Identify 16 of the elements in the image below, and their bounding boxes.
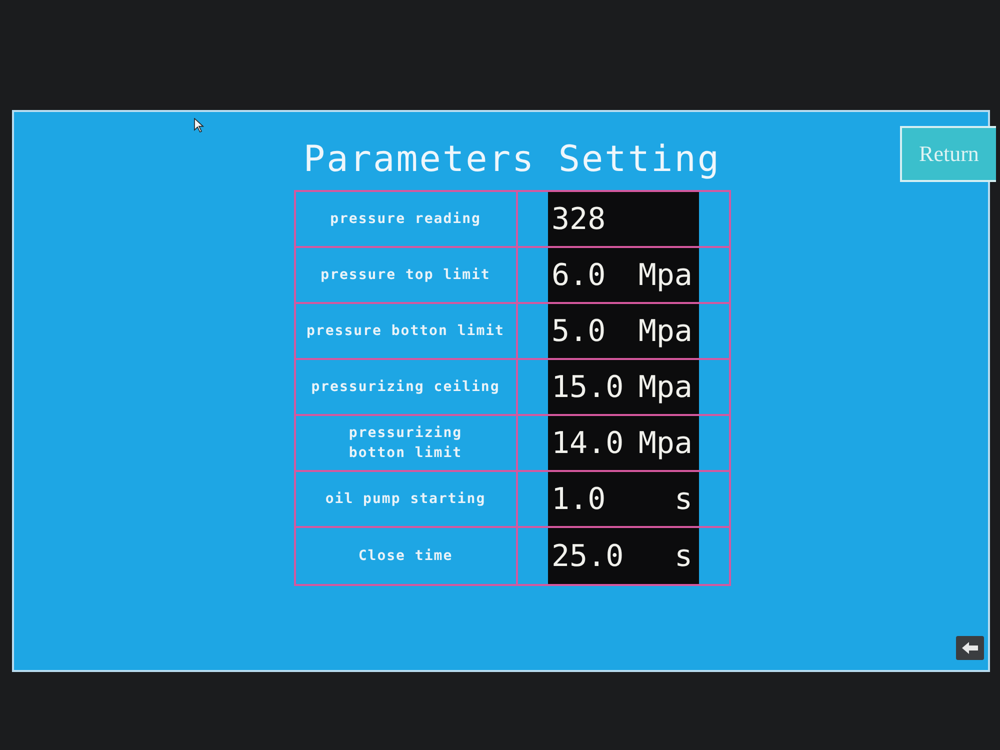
value-field[interactable]: 15.0 Mpa: [548, 360, 698, 414]
value-field[interactable]: 25.0 s: [548, 528, 698, 584]
parameter-label: pressure top limit: [320, 266, 490, 285]
screen-title: Parameters Setting: [303, 138, 721, 182]
parameter-label: oil pump starting: [325, 490, 486, 509]
parameter-label: pressure botton limit: [306, 322, 504, 341]
value-field[interactable]: 328: [548, 192, 698, 246]
value-field[interactable]: 5.0 Mpa: [548, 304, 698, 358]
parameter-label: Close time: [358, 547, 453, 566]
value-field[interactable]: 14.0 Mpa: [548, 416, 698, 470]
mouse-pointer-icon: [194, 118, 204, 133]
parameter-label: pressure reading: [330, 210, 481, 229]
value-field[interactable]: 1.0 s: [548, 472, 698, 526]
value-field[interactable]: 6.0 Mpa: [548, 248, 698, 302]
parameter-label: pressurizing ceiling: [311, 378, 500, 397]
parameter-label: pressurizing botton limit: [348, 424, 462, 463]
